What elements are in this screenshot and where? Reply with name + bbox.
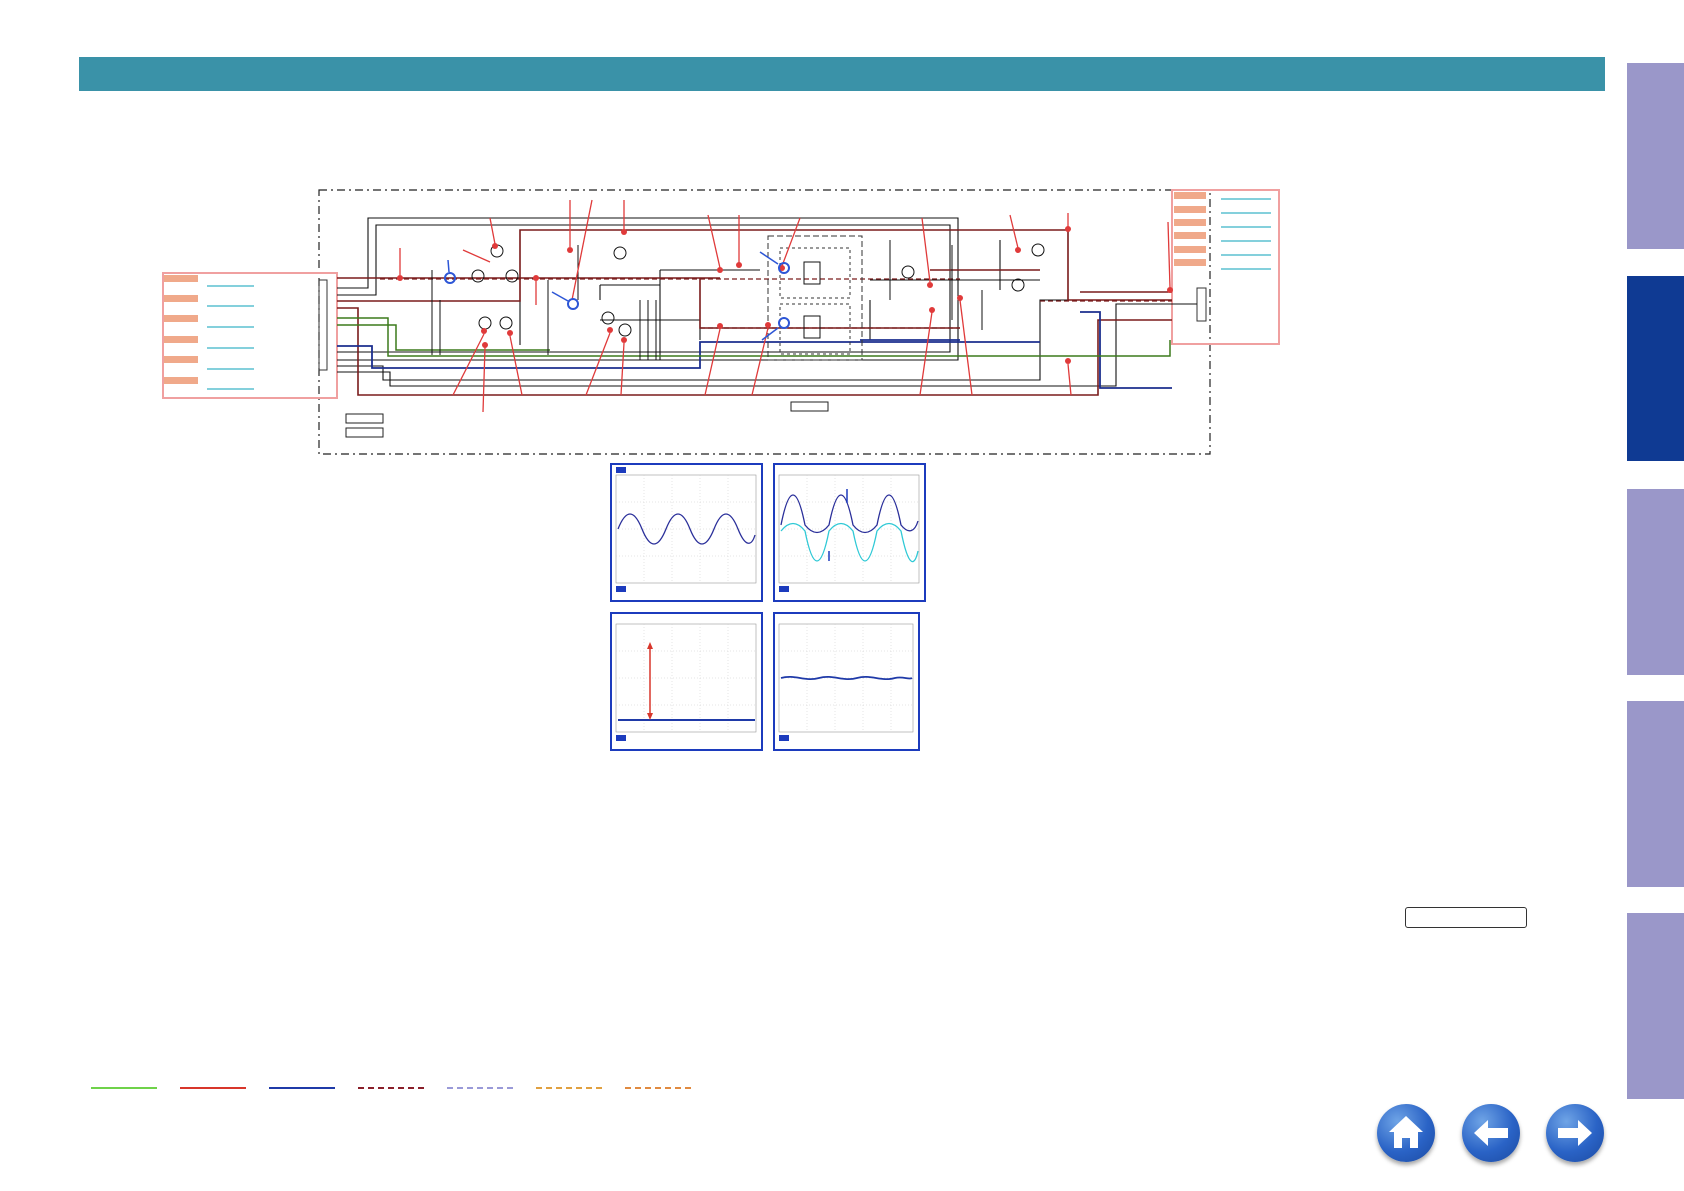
- legend-line-1: [91, 1087, 157, 1089]
- left-connector: [162, 272, 338, 399]
- oscilloscope-screen-4: [773, 612, 920, 751]
- home-icon: [1389, 1116, 1423, 1148]
- legend-line-6: [536, 1087, 602, 1089]
- page-label-box: [1405, 907, 1527, 928]
- home-button[interactable]: [1377, 1104, 1435, 1162]
- legend-line-3: [269, 1087, 335, 1089]
- forward-button[interactable]: [1546, 1104, 1604, 1162]
- legend-line-5: [447, 1087, 513, 1089]
- right-connector: [1171, 189, 1280, 345]
- arrow-left-icon: [1474, 1120, 1508, 1146]
- legend-line-7: [625, 1087, 691, 1089]
- arrow-right-icon: [1558, 1120, 1592, 1146]
- oscilloscope-screen-2: [773, 463, 926, 602]
- back-button[interactable]: [1462, 1104, 1520, 1162]
- legend-line-2: [180, 1087, 246, 1089]
- oscilloscope-screen-3: [610, 612, 763, 751]
- oscilloscope-screen-1: [610, 463, 763, 602]
- legend-line-4: [358, 1087, 424, 1089]
